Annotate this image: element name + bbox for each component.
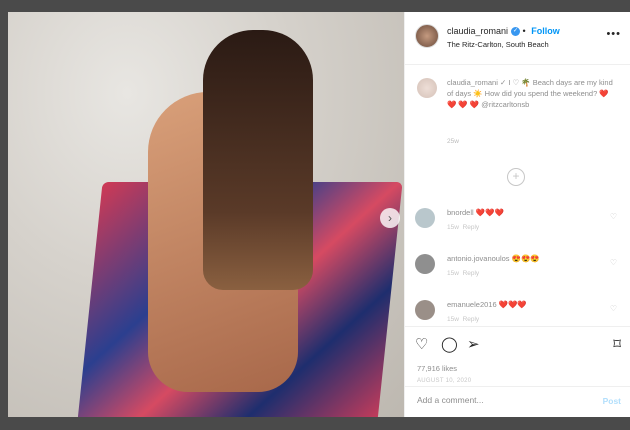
verified-badge-icon: ✓: [511, 27, 521, 37]
comment-bubble-icon[interactable]: ◯: [441, 335, 458, 353]
caption-tag[interactable]: @ritzcarltonsb: [481, 100, 529, 109]
comment-text: ❤️❤️❤️: [475, 208, 504, 217]
comments-section: claudia_romani ✓ I ♡ 🌴 Beach days are my…: [405, 64, 630, 326]
more-horizontal-icon[interactable]: •••: [606, 28, 621, 40]
comment-reply-button[interactable]: Reply: [463, 316, 480, 323]
comment-item: antonio.jovanoulos 😍😍😍 15w Reply ♡: [415, 252, 621, 282]
likes-count[interactable]: 77,916 likes: [417, 364, 457, 373]
post-date: AUGUST 10, 2020: [417, 378, 472, 384]
follow-button[interactable]: Follow: [531, 26, 560, 36]
comment-username[interactable]: bnordell: [447, 208, 474, 217]
post-photo[interactable]: ›: [8, 12, 404, 417]
comment-reply-button[interactable]: Reply: [463, 270, 480, 277]
comment-like-icon[interactable]: ♡: [610, 258, 617, 267]
caption-avatar[interactable]: [417, 78, 437, 98]
comment-text: 😍😍😍: [511, 254, 540, 263]
post-sidebar: claudia_romani ✓ • Follow The Ritz-Carlto…: [404, 12, 630, 417]
share-paper-plane-icon[interactable]: ➢: [467, 335, 480, 353]
post-comment-button[interactable]: Post: [603, 396, 621, 406]
comment-username[interactable]: antonio.jovanoulos: [447, 254, 510, 263]
comment-item: emanuele2016 ❤️❤️❤️ 15w Reply ♡: [415, 298, 621, 326]
location-link[interactable]: The Ritz-Carlton, South Beach: [447, 40, 549, 49]
bookmark-icon[interactable]: ⌑: [613, 335, 621, 353]
comment-like-icon[interactable]: ♡: [610, 212, 617, 221]
post-modal: › claudia_romani ✓ • Follow The Ritz-Carl…: [8, 12, 630, 417]
comment-like-icon[interactable]: ♡: [610, 304, 617, 313]
comment-reply-button[interactable]: Reply: [463, 224, 480, 231]
comment-time: 15w: [447, 270, 459, 277]
comment-avatar[interactable]: [415, 300, 435, 320]
next-photo-icon[interactable]: ›: [380, 208, 400, 228]
load-more-comments-icon[interactable]: +: [507, 168, 525, 186]
comment-time: 15w: [447, 224, 459, 231]
photo-subject-hair: [203, 30, 313, 290]
caption-time: 25w: [447, 138, 459, 145]
post-header: claudia_romani ✓ • Follow The Ritz-Carlto…: [405, 12, 630, 65]
comment-text: ❤️❤️❤️: [498, 300, 527, 309]
username-link[interactable]: claudia_romani: [447, 26, 508, 36]
caption-text: claudia_romani ✓ I ♡ 🌴 Beach days are my…: [447, 78, 613, 109]
add-comment-bar: Post: [405, 386, 630, 417]
comment-avatar[interactable]: [415, 254, 435, 274]
post-actions: ♡ ◯ ➢ ⌑ 77,916 likes AUGUST 10, 2020 Pos…: [405, 326, 630, 417]
like-heart-icon[interactable]: ♡: [415, 335, 428, 353]
avatar[interactable]: [415, 24, 439, 48]
comment-time: 15w: [447, 316, 459, 323]
add-comment-input[interactable]: [415, 394, 569, 406]
comment-avatar[interactable]: [415, 208, 435, 228]
comment-username[interactable]: emanuele2016: [447, 300, 497, 309]
comment-item: bnordell ❤️❤️❤️ 15w Reply ♡: [415, 206, 621, 236]
